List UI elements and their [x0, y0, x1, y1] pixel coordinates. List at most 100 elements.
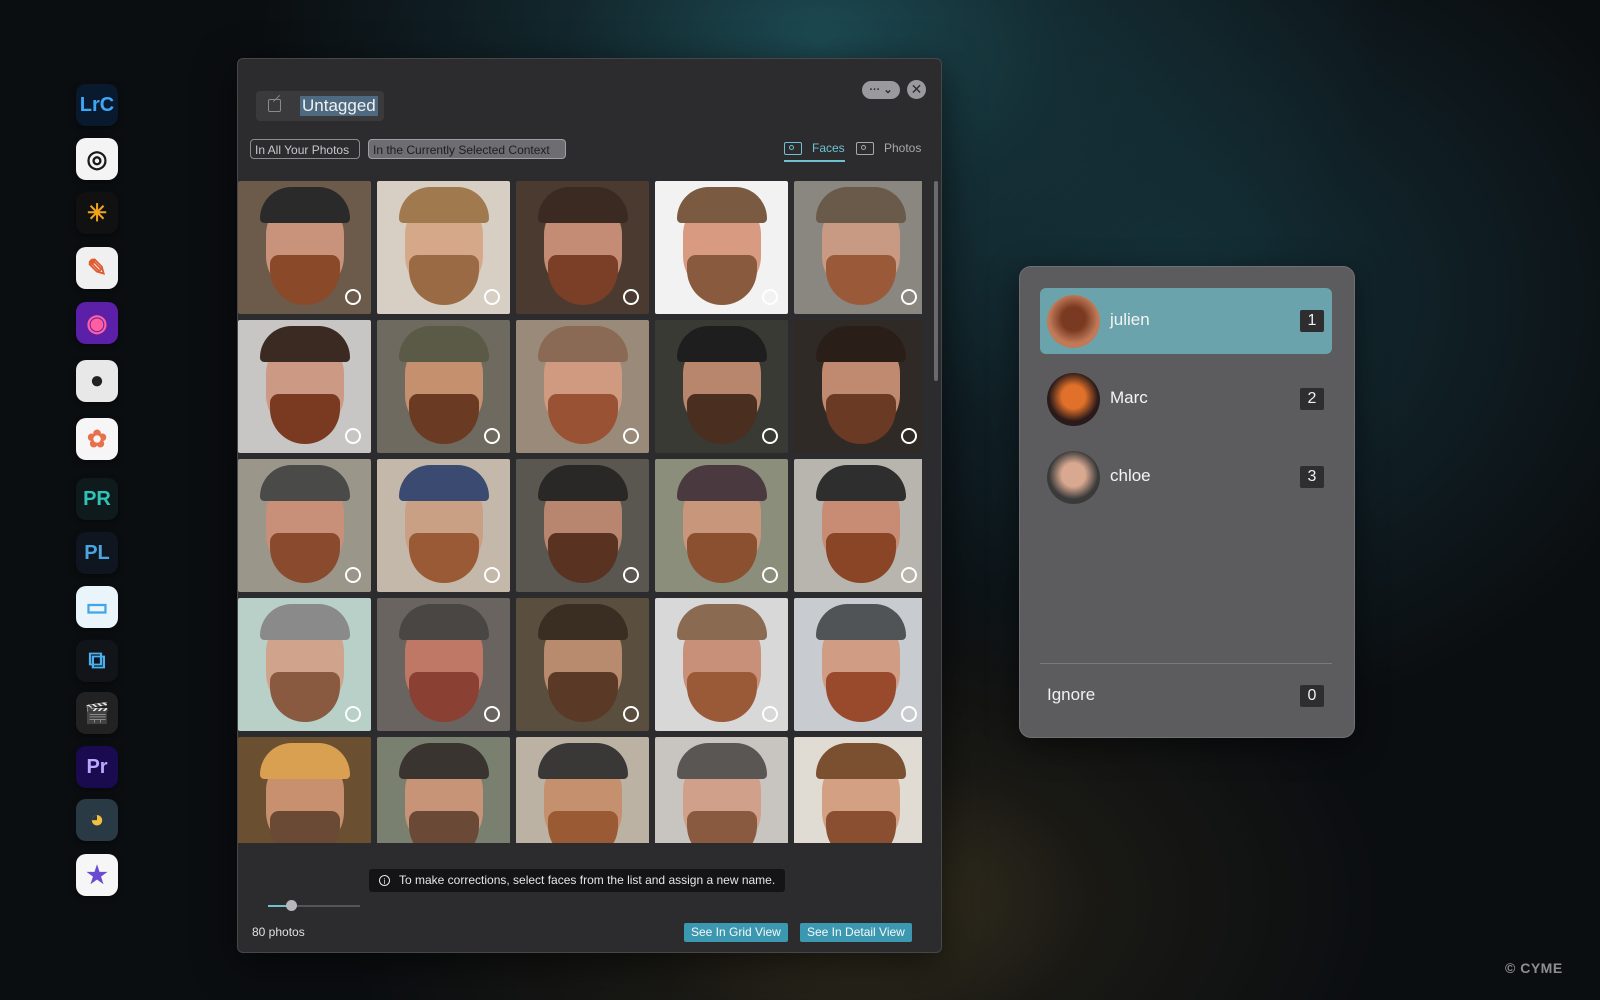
select-circle-icon[interactable]	[762, 706, 778, 722]
camera-app-icon[interactable]: ●	[76, 360, 118, 402]
select-circle-icon[interactable]	[484, 289, 500, 305]
person-row-julien[interactable]: julien 1	[1040, 288, 1332, 354]
face-thumbnail[interactable]	[794, 320, 922, 453]
face-thumbnail[interactable]	[794, 459, 922, 592]
face-thumbnail[interactable]	[377, 598, 510, 731]
hair-shape	[260, 326, 350, 362]
face-thumbnail[interactable]	[238, 459, 371, 592]
face-thumbnail[interactable]	[794, 598, 922, 731]
grid-scrollbar[interactable]	[934, 181, 938, 381]
select-circle-icon[interactable]	[623, 567, 639, 583]
select-circle-icon[interactable]	[345, 706, 361, 722]
select-circle-icon[interactable]	[345, 428, 361, 444]
face-thumbnail[interactable]	[238, 320, 371, 453]
ignore-label[interactable]: Ignore	[1047, 685, 1095, 705]
select-circle-icon[interactable]	[901, 428, 917, 444]
scope-all-photos-button[interactable]: In All Your Photos	[250, 139, 360, 159]
see-in-detail-view-button[interactable]: See In Detail View	[800, 923, 912, 942]
face-thumbnail[interactable]	[377, 181, 510, 314]
select-circle-icon[interactable]	[623, 289, 639, 305]
face-thumbnail[interactable]	[238, 181, 371, 314]
beard-shape	[548, 255, 618, 305]
davinci-resolve-icon[interactable]: ◕	[76, 799, 118, 841]
more-options-button[interactable]: ··· ⌄	[862, 81, 900, 99]
tab-photos-label: Photos	[884, 141, 922, 155]
beard-shape	[409, 672, 479, 722]
correction-tip-text: To make corrections, select faces from t…	[399, 873, 776, 887]
select-circle-icon[interactable]	[484, 567, 500, 583]
luminar-icon[interactable]: ✳	[76, 192, 118, 234]
person-row-marc[interactable]: Marc 2	[1040, 366, 1332, 432]
ignore-count: 0	[1300, 685, 1324, 707]
select-circle-icon[interactable]	[901, 289, 917, 305]
hair-shape	[538, 465, 628, 501]
face-thumbnail[interactable]	[516, 320, 649, 453]
apple-photos-icon[interactable]: ✿	[76, 418, 118, 460]
person-icon	[784, 141, 802, 155]
beard-shape	[270, 672, 340, 722]
finder-folder-icon[interactable]: ▭	[76, 586, 118, 628]
select-circle-icon[interactable]	[623, 428, 639, 444]
hair-shape	[399, 604, 489, 640]
hair-shape	[677, 326, 767, 362]
hair-shape	[538, 187, 628, 223]
face-thumbnail[interactable]	[794, 737, 922, 843]
select-circle-icon[interactable]	[901, 567, 917, 583]
face-thumbnail[interactable]	[516, 598, 649, 731]
face-thumbnail[interactable]	[516, 181, 649, 314]
capture-one-icon[interactable]: ◎	[76, 138, 118, 180]
select-circle-icon[interactable]	[901, 706, 917, 722]
face-thumbnail[interactable]	[377, 459, 510, 592]
face-thumbnail[interactable]	[794, 181, 922, 314]
hair-shape	[677, 465, 767, 501]
zoom-slider-knob[interactable]	[286, 900, 297, 911]
person-row-chloe[interactable]: chloe 3	[1040, 444, 1332, 510]
tab-faces[interactable]: Faces	[784, 137, 845, 162]
avatar	[1047, 295, 1100, 348]
beard-shape	[687, 533, 757, 583]
select-circle-icon[interactable]	[345, 567, 361, 583]
final-cut-icon[interactable]: 🎬	[76, 692, 118, 734]
crop-tool-icon[interactable]: ⧉	[76, 640, 118, 682]
hair-shape	[538, 743, 628, 779]
face-thumbnail[interactable]	[655, 598, 788, 731]
face-thumbnail[interactable]	[655, 181, 788, 314]
face-thumbnail[interactable]	[377, 320, 510, 453]
person-name: Marc	[1110, 388, 1148, 407]
photolab-pl-icon[interactable]: PL	[76, 532, 118, 574]
person-name: julien	[1110, 310, 1150, 329]
image-icon	[856, 141, 874, 155]
select-circle-icon[interactable]	[484, 706, 500, 722]
tab-photos[interactable]: Photos	[856, 137, 921, 159]
hair-shape	[260, 604, 350, 640]
select-circle-icon[interactable]	[623, 706, 639, 722]
select-circle-icon[interactable]	[762, 567, 778, 583]
face-thumbnail[interactable]	[238, 737, 371, 843]
pixelmator-icon[interactable]: ✎	[76, 247, 118, 289]
see-in-grid-view-button[interactable]: See In Grid View	[684, 923, 788, 942]
face-thumbnail[interactable]	[238, 598, 371, 731]
face-thumbnail-grid	[238, 181, 922, 843]
imovie-icon[interactable]: ★	[76, 854, 118, 896]
window-title[interactable]: Untagged	[300, 96, 378, 116]
premiere-pro-icon[interactable]: Pr	[76, 746, 118, 788]
face-thumbnail[interactable]	[377, 737, 510, 843]
dxo-photolab-icon[interactable]: ◉	[76, 302, 118, 344]
scope-selected-context-button[interactable]: In the Currently Selected Context	[368, 139, 566, 159]
face-thumbnail[interactable]	[655, 737, 788, 843]
hair-shape	[816, 326, 906, 362]
lightroom-classic-icon[interactable]: LrC	[76, 84, 118, 126]
face-thumbnail[interactable]	[516, 737, 649, 843]
select-circle-icon[interactable]	[762, 428, 778, 444]
beard-shape	[409, 533, 479, 583]
photo-raw-icon[interactable]: PR	[76, 478, 118, 520]
face-thumbnail[interactable]	[655, 459, 788, 592]
select-circle-icon[interactable]	[762, 289, 778, 305]
close-button[interactable]: ✕	[907, 80, 926, 99]
select-circle-icon[interactable]	[484, 428, 500, 444]
title-field[interactable]: Untagged	[256, 91, 384, 121]
select-circle-icon[interactable]	[345, 289, 361, 305]
face-thumbnail[interactable]	[655, 320, 788, 453]
beard-shape	[409, 255, 479, 305]
face-thumbnail[interactable]	[516, 459, 649, 592]
